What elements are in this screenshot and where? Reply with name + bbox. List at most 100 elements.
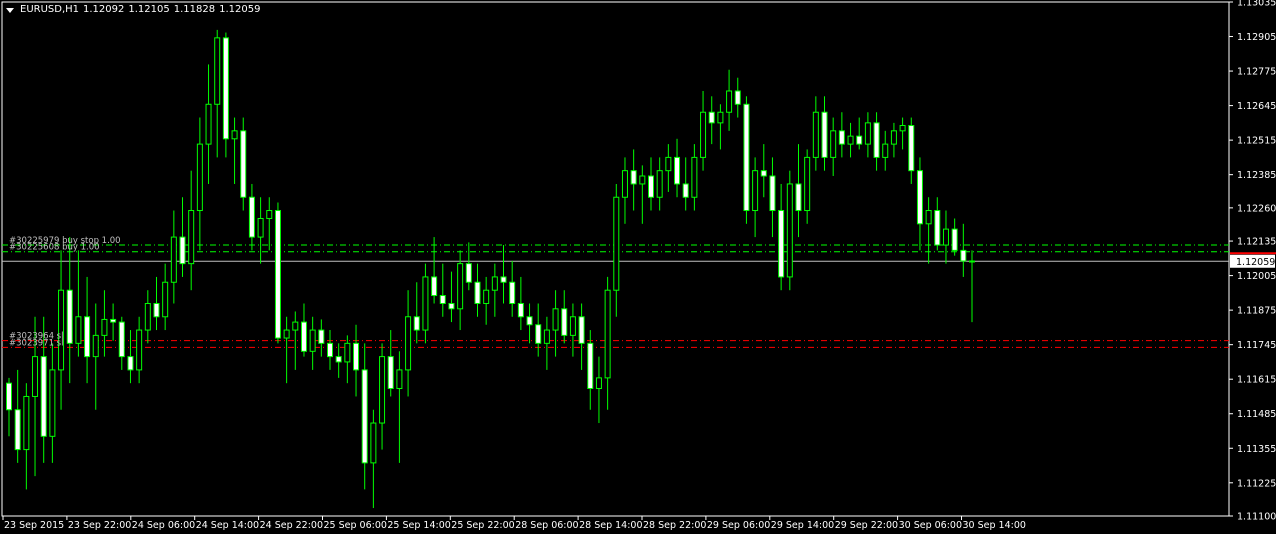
y-tick-label: 1.12515 [1237, 136, 1276, 147]
y-tick-label: 1.12135 [1237, 237, 1276, 248]
candle-body [934, 210, 941, 246]
candle-body [431, 276, 438, 297]
candle-body [318, 329, 325, 344]
candle-body [969, 260, 975, 263]
candle-body [543, 329, 550, 344]
x-tick-label: 28 Sep 22:00 [643, 520, 706, 531]
candle-body [882, 143, 889, 158]
candle-body [370, 422, 377, 464]
candle-body [40, 356, 47, 437]
candle-body [179, 236, 186, 265]
x-tick-label: 28 Sep 14:00 [579, 520, 642, 531]
candle-body [491, 276, 498, 291]
candle-body [266, 210, 273, 219]
candle-body [864, 122, 871, 145]
candle-body [708, 111, 715, 124]
candle-body [734, 90, 741, 105]
candle-body [110, 318, 117, 323]
y-tick-label: 1.11615 [1237, 375, 1276, 386]
candle-body [292, 321, 299, 331]
candle-body [92, 334, 99, 358]
candle-body [838, 130, 845, 145]
candle-body [49, 369, 56, 437]
candle-body [674, 156, 681, 185]
y-tick-label: 1.12260 [1237, 203, 1276, 214]
order-label: #3023971 sl [9, 338, 63, 348]
candle-body [526, 316, 533, 326]
candle-body [162, 281, 169, 318]
candle-body [760, 170, 767, 177]
y-tick-label: 1.11875 [1237, 306, 1276, 317]
candle-body [795, 183, 802, 212]
candle-body [847, 135, 854, 145]
candle-body [66, 289, 73, 344]
candle-body [335, 356, 342, 363]
candle-body [908, 125, 915, 172]
y-tick-label: 1.11355 [1237, 444, 1276, 455]
candle-body [214, 37, 221, 105]
candle-body [300, 321, 307, 352]
candle-body [457, 263, 464, 310]
candle-body [6, 382, 12, 411]
y-tick-label: 1.13035 [1237, 0, 1276, 9]
candle-body [379, 356, 386, 424]
candle-body [231, 130, 238, 140]
candle-body [396, 369, 403, 389]
candle-body [240, 130, 247, 198]
candle-body [951, 228, 958, 251]
candle-body [344, 342, 351, 363]
candle-body [821, 111, 828, 158]
candle-body [353, 342, 360, 371]
candle-body [465, 263, 472, 283]
current-price-label: 1.12059 [1236, 257, 1275, 268]
candle-body [561, 308, 568, 336]
x-tick-label: 30 Sep 14:00 [963, 520, 1026, 531]
y-tick-label: 1.11485 [1237, 409, 1276, 420]
candle-body [23, 395, 30, 451]
candle-body [448, 302, 455, 310]
candle-body [604, 289, 611, 379]
candle-body [327, 342, 333, 358]
candle-body [32, 356, 39, 397]
x-tick-label: 24 Sep 06:00 [132, 520, 195, 531]
candle-body [717, 111, 724, 124]
candle-body [665, 156, 672, 172]
candle-body [483, 289, 490, 304]
candle-body [769, 175, 776, 212]
candle-body [153, 302, 160, 318]
candle-body [812, 111, 819, 158]
y-tick-label: 1.12775 [1237, 67, 1276, 78]
candle-body [778, 210, 785, 278]
candle-body [691, 156, 698, 198]
candle-body [804, 156, 811, 212]
x-tick-label: 28 Sep 06:00 [515, 520, 578, 531]
candle-body [569, 316, 576, 336]
candlestick-chart[interactable]: 1.13035 1.12905 1.12775 1.12645 1.12515 1.123… [0, 0, 1276, 534]
candle-body [899, 125, 906, 132]
candle-body [700, 111, 707, 158]
candle-body [630, 170, 637, 185]
y-tick-label: 1.12645 [1237, 101, 1276, 112]
y-tick-label: 1.11745 [1237, 340, 1276, 351]
x-tick-label: 29 Sep 06:00 [707, 520, 770, 531]
candle-body [196, 143, 203, 212]
candle-body [942, 228, 949, 246]
x-tick-label: 30 Sep 06:00 [899, 520, 962, 531]
y-tick-label: 1.12905 [1237, 32, 1276, 43]
candle-body [595, 377, 602, 389]
x-tick-label: 25 Sep 14:00 [387, 520, 450, 531]
y-tick-label: 1.12385 [1237, 170, 1276, 181]
candle-body [101, 318, 108, 336]
candle-body [361, 369, 368, 464]
candle-body [170, 236, 177, 283]
candle-body [743, 103, 750, 212]
candle-body [205, 103, 212, 145]
y-tick-label: 1.11225 [1237, 478, 1276, 489]
candle-body [188, 210, 195, 265]
candle-body [500, 276, 507, 283]
candle-body [960, 249, 967, 262]
candle-body [578, 316, 585, 344]
candle-body [136, 329, 143, 371]
candle-body [118, 321, 125, 358]
candle-body [890, 130, 897, 145]
